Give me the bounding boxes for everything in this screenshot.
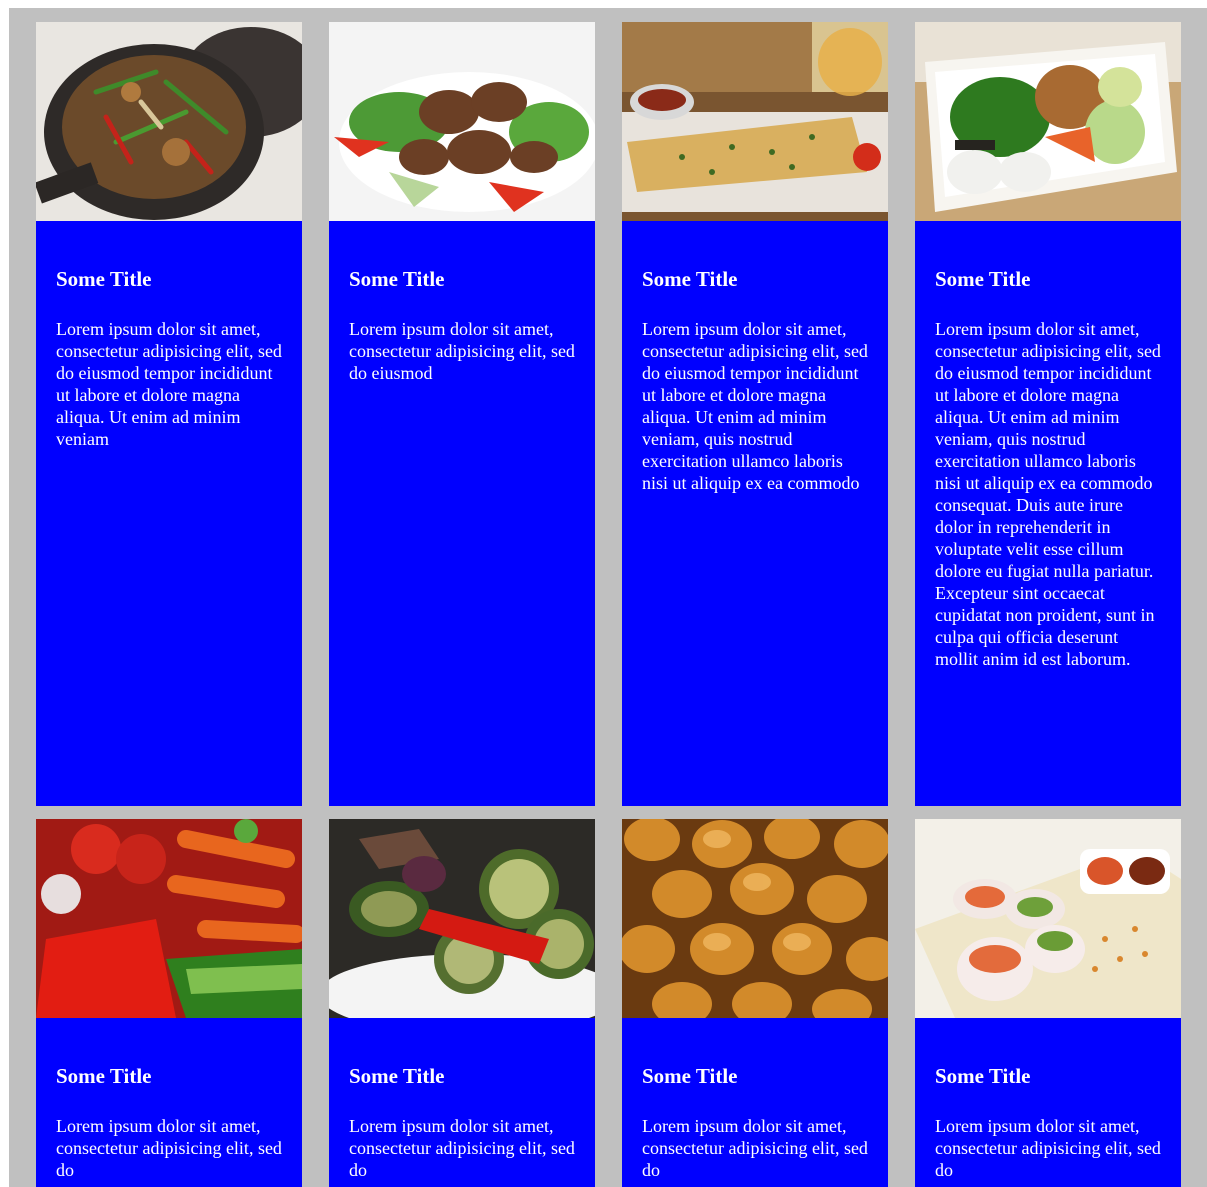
card-body: Some Title Lorem ipsum dolor sit amet, c… (915, 221, 1181, 806)
card-body: Some Title Lorem ipsum dolor sit amet, c… (329, 1018, 595, 1187)
card: Some Title Lorem ipsum dolor sit amet, c… (329, 819, 595, 1187)
card-text: Lorem ipsum dolor sit amet, consectetur … (642, 319, 868, 493)
sushi-rolls-photo (915, 819, 1181, 1018)
card-title: Some Title (56, 1064, 152, 1088)
card-body: Some Title Lorem ipsum dolor sit amet, c… (36, 221, 302, 806)
bread-rolls-photo (622, 819, 888, 1018)
grilled-vegetables-photo (329, 819, 595, 1018)
vegetables-photo (36, 819, 302, 1018)
card-body: Some Title Lorem ipsum dolor sit amet, c… (329, 221, 595, 806)
page-background: Some Title Lorem ipsum dolor sit amet, c… (9, 8, 1207, 1187)
beef-salad-photo (329, 22, 595, 221)
card: Some Title Lorem ipsum dolor sit amet, c… (915, 22, 1181, 806)
card: Some Title Lorem ipsum dolor sit amet, c… (329, 22, 595, 806)
card-title: Some Title (349, 267, 445, 291)
card-text: Lorem ipsum dolor sit amet, consectetur … (349, 1116, 575, 1180)
card-body: Some Title Lorem ipsum dolor sit amet, c… (622, 221, 888, 806)
card-body: Some Title Lorem ipsum dolor sit amet, c… (622, 1018, 888, 1187)
card-title: Some Title (642, 1064, 738, 1088)
card-title: Some Title (642, 267, 738, 291)
card-title: Some Title (56, 267, 152, 291)
card-body: Some Title Lorem ipsum dolor sit amet, c… (915, 1018, 1181, 1187)
card-title: Some Title (935, 267, 1031, 291)
stir-fry-pot-photo (36, 22, 302, 221)
card: Some Title Lorem ipsum dolor sit amet, c… (622, 819, 888, 1187)
card-grid: Some Title Lorem ipsum dolor sit amet, c… (36, 22, 1181, 1187)
card: Some Title Lorem ipsum dolor sit amet, c… (36, 819, 302, 1187)
garlic-bread-photo (622, 22, 888, 221)
card: Some Title Lorem ipsum dolor sit amet, c… (36, 22, 302, 806)
card-text: Lorem ipsum dolor sit amet, consectetur … (56, 1116, 282, 1180)
card-text: Lorem ipsum dolor sit amet, consectetur … (349, 319, 575, 383)
card-text: Lorem ipsum dolor sit amet, consectetur … (56, 319, 282, 449)
card-body: Some Title Lorem ipsum dolor sit amet, c… (36, 1018, 302, 1187)
card-text: Lorem ipsum dolor sit amet, consectetur … (935, 319, 1161, 669)
card-text: Lorem ipsum dolor sit amet, consectetur … (642, 1116, 868, 1180)
card-text: Lorem ipsum dolor sit amet, consectetur … (935, 1116, 1161, 1180)
card-title: Some Title (935, 1064, 1031, 1088)
card: Some Title Lorem ipsum dolor sit amet, c… (915, 819, 1181, 1187)
bento-box-photo (915, 22, 1181, 221)
card: Some Title Lorem ipsum dolor sit amet, c… (622, 22, 888, 806)
card-title: Some Title (349, 1064, 445, 1088)
